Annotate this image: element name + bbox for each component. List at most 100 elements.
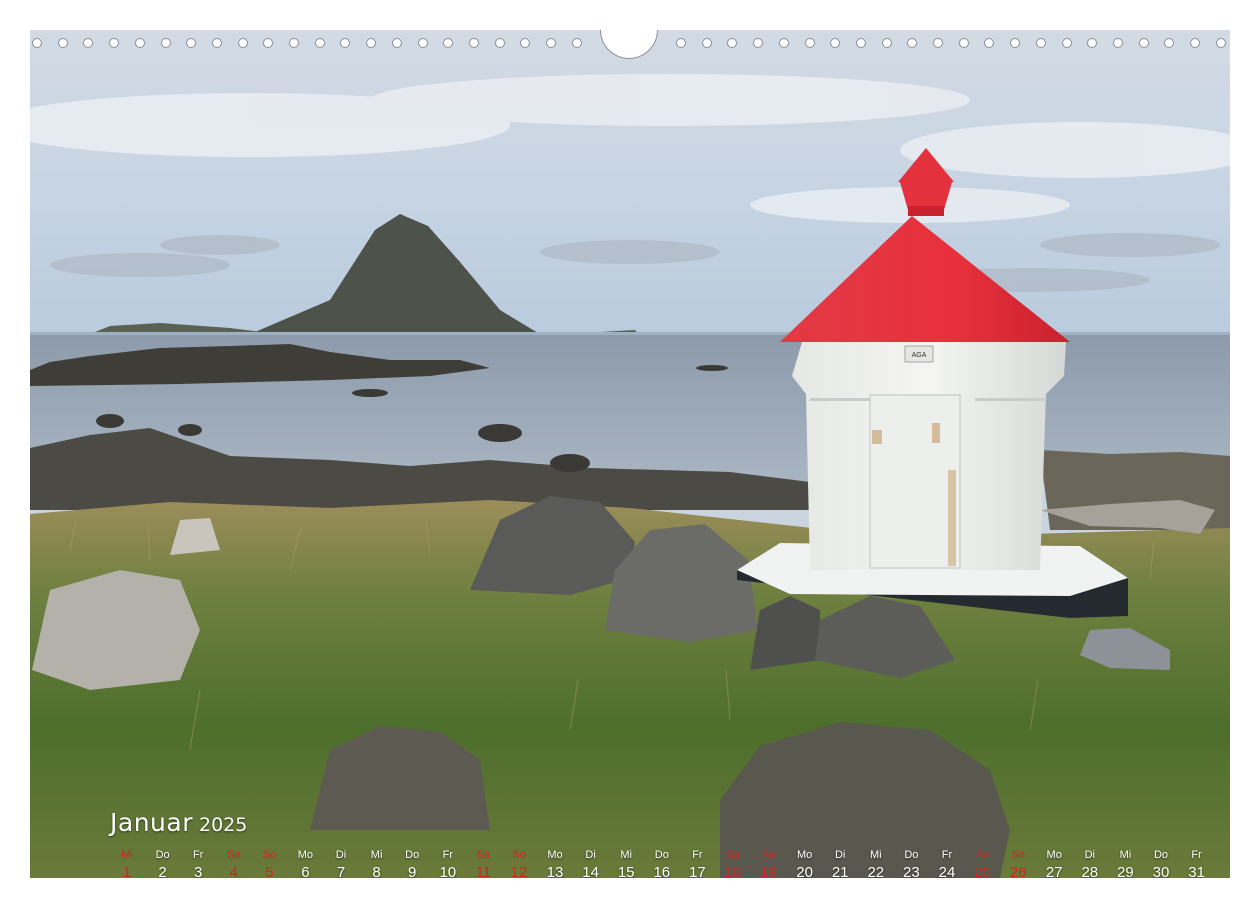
binding-hole — [804, 38, 815, 48]
binding-hole — [289, 38, 299, 48]
calendar-day: Do 30 — [1144, 848, 1178, 878]
calendar-day: Do 2 — [146, 848, 180, 878]
binding-hole — [1035, 38, 1046, 48]
binding-hole — [186, 38, 197, 48]
calendar-day: Mi 1 — [110, 848, 144, 878]
binding-hole — [340, 38, 351, 48]
weekday-label: So — [761, 849, 776, 861]
binding-hole — [546, 38, 556, 48]
weekday-label: Fr — [692, 849, 703, 861]
month-name: Januar — [110, 808, 193, 837]
binding-hole — [366, 38, 377, 48]
day-number: 2 — [158, 864, 167, 878]
calendar-day: So 12 — [502, 848, 536, 878]
weekday-label: Di — [834, 849, 846, 861]
binding-hole — [933, 38, 943, 48]
day-number: 3 — [194, 864, 203, 878]
weekday-label: Mo — [547, 849, 563, 861]
calendar-day: Mo 13 — [538, 848, 572, 878]
weekday-label: Do — [405, 849, 420, 861]
binding-hole — [83, 38, 94, 48]
calendar-page: AGA Januar 2025 Mi 1 Do 2 Fr 3 Sa 4 So 5 Mo 6 Di 7 Mi 8 D… — [30, 30, 1230, 878]
landscape-photo: AGA — [30, 30, 1230, 878]
day-number: 25 — [974, 864, 991, 878]
calendar-day: Sa 11 — [466, 848, 500, 878]
calendar-day: Fr 17 — [680, 848, 714, 878]
day-number: 26 — [1009, 864, 1027, 878]
calendar-day: So 5 — [252, 848, 286, 878]
calendar-day: Di 7 — [324, 848, 358, 878]
weekday-label: Do — [155, 849, 170, 861]
binding-hole — [907, 38, 918, 48]
binding-hole — [391, 38, 402, 48]
binding-hole — [1164, 38, 1175, 48]
calendar-day: Mi 29 — [1108, 848, 1142, 878]
binding-hole — [778, 38, 789, 48]
day-number: 28 — [1081, 864, 1099, 878]
binding-hole — [984, 38, 995, 48]
binding-hole — [701, 38, 712, 48]
binding-hole — [417, 38, 428, 48]
weekday-label: Fr — [192, 849, 204, 861]
day-number: 15 — [617, 864, 635, 878]
calendar-day: Sa 25 — [966, 848, 1000, 878]
calendar-day: Fr 31 — [1180, 848, 1214, 878]
day-number: 30 — [1152, 864, 1170, 878]
weekday-label: Sa — [975, 849, 990, 861]
day-number: 20 — [796, 864, 813, 878]
binding-hole — [314, 38, 325, 48]
day-strip: Mi 1 Do 2 Fr 3 Sa 4 So 5 Mo 6 Di 7 Mi 8 Do 9 Fr 10 Sa 11 So 12 M… — [110, 848, 1230, 878]
calendar-day: Fr 10 — [431, 848, 465, 878]
day-number: 1 — [122, 864, 132, 878]
calendar-day: Di 14 — [574, 848, 608, 878]
weekday-label: Fr — [442, 849, 453, 861]
weekday-label: Mi — [620, 849, 632, 861]
binding-hole — [855, 38, 866, 48]
binding-hole — [211, 38, 222, 48]
binding-hole — [830, 38, 841, 48]
binding-hole — [1112, 38, 1123, 48]
month-heading: Januar 2025 — [110, 808, 247, 837]
binding-hole — [881, 38, 892, 48]
binding-hole — [520, 38, 531, 48]
binding-hole — [1190, 38, 1200, 48]
weekday-label: Di — [1084, 849, 1095, 861]
calendar-day: Mi 8 — [360, 848, 394, 878]
calendar-day: Mo 6 — [288, 848, 322, 878]
day-number: 10 — [439, 864, 457, 878]
day-number: 6 — [301, 864, 310, 878]
day-number: 17 — [689, 864, 706, 878]
weekday-label: Mo — [297, 849, 314, 861]
day-number: 9 — [408, 864, 417, 878]
calendar-day: Fr 3 — [181, 848, 215, 878]
binding-hole — [1215, 38, 1226, 48]
calendar-day: Di 28 — [1073, 848, 1107, 878]
weekday-label: Do — [904, 849, 919, 861]
month-calendar: Januar 2025 Mi 1 Do 2 Fr 3 Sa 4 So 5 Mo 6 Di 7 Mi 8 Do 9 Fr… — [110, 806, 1230, 878]
weekday-label: Sa — [227, 849, 241, 861]
weekday-label: Do — [1153, 849, 1169, 861]
weekday-label: So — [262, 849, 277, 861]
day-number: 19 — [760, 864, 777, 878]
binding-hole — [1138, 38, 1149, 48]
weekday-label: So — [1011, 849, 1025, 861]
weekday-label: Do — [654, 849, 669, 861]
calendar-day: Fr 24 — [930, 848, 964, 878]
calendar-day: Do 9 — [395, 848, 429, 878]
binding-hole — [676, 38, 686, 48]
lighthouse-plate: AGA — [912, 352, 927, 359]
weekday-label: Di — [335, 849, 347, 861]
day-number: 14 — [582, 864, 599, 878]
day-number: 13 — [546, 864, 564, 878]
weekday-label: Mo — [1046, 849, 1062, 861]
calendar-day: Sa 18 — [716, 848, 750, 878]
binding-hole — [237, 38, 248, 48]
weekday-label: Mi — [1119, 849, 1132, 861]
day-number: 18 — [724, 864, 742, 878]
day-number: 12 — [510, 864, 528, 878]
day-number: 21 — [831, 864, 849, 878]
day-number: 31 — [1188, 864, 1205, 878]
weekday-label: So — [512, 849, 526, 861]
calendar-day: Di 21 — [823, 848, 857, 878]
day-number: 5 — [265, 864, 274, 878]
